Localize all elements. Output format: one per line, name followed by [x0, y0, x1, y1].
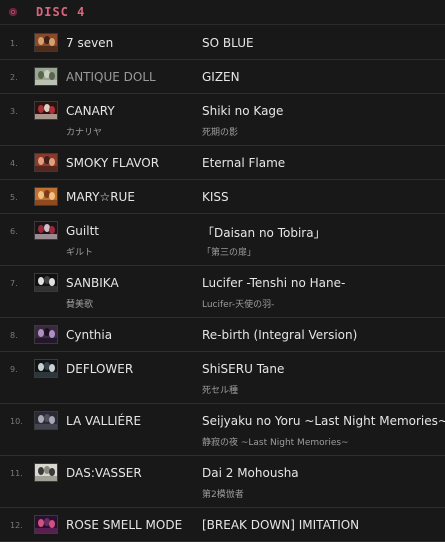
song-title-japanese: 死期の影	[202, 128, 239, 138]
track-number: 11.	[10, 469, 23, 478]
song-title[interactable]: [BREAK DOWN] IMITATION	[202, 518, 359, 532]
artist-name-japanese: 賛美歌	[66, 300, 94, 310]
artist-thumbnail[interactable]	[34, 515, 58, 534]
track-row[interactable]: 11. DAS:VASSER Dai 2 Mohousha 第2模倣者	[0, 456, 445, 508]
track-number: 7.	[10, 279, 18, 288]
artist-name[interactable]: Guiltt	[66, 224, 99, 238]
song-title[interactable]: 「Daisan no Tobira」	[202, 224, 326, 241]
artist-thumbnail[interactable]	[34, 67, 58, 86]
artist-name[interactable]: MARY☆RUE	[66, 190, 135, 204]
song-title[interactable]: Shiki no Kage	[202, 104, 283, 118]
track-number: 1.	[10, 39, 18, 48]
track-row[interactable]: 10. LA VALLIÉRE Seijyaku no Yoru ~Last Nig…	[0, 404, 445, 456]
artist-thumbnail[interactable]	[34, 273, 58, 292]
song-title[interactable]: Lucifer -Tenshi no Hane-	[202, 276, 345, 290]
disc-icon	[9, 8, 17, 16]
artist-thumbnail[interactable]	[34, 221, 58, 240]
track-row[interactable]: 2. ANTIQUE DOLL GIZEN	[0, 60, 445, 94]
song-title-japanese: Lucifer-天使の羽-	[202, 300, 275, 310]
track-row[interactable]: 9. DEFLOWER ShiSERU Tane 死セル種	[0, 352, 445, 404]
artist-name[interactable]: LA VALLIÉRE	[66, 414, 141, 428]
artist-name[interactable]: SANBIKA	[66, 276, 119, 290]
track-number: 4.	[10, 159, 18, 168]
artist-thumbnail[interactable]	[34, 101, 58, 120]
track-number: 2.	[10, 73, 18, 82]
artist-name[interactable]: SMOKY FLAVOR	[66, 156, 159, 170]
track-number: 12.	[10, 521, 23, 530]
song-title-japanese: 死セル種	[202, 386, 239, 396]
track-row[interactable]: 5. MARY☆RUE KISS	[0, 180, 445, 214]
song-title[interactable]: KISS	[202, 190, 229, 204]
song-title[interactable]: ShiSERU Tane	[202, 362, 284, 376]
track-number: 10.	[10, 417, 23, 426]
artist-name[interactable]: DAS:VASSER	[66, 466, 142, 480]
artist-thumbnail[interactable]	[34, 463, 58, 482]
song-title-japanese: 静寂の夜 ~Last Night Memories~	[202, 438, 349, 448]
song-title[interactable]: Re-birth (Integral Version)	[202, 328, 357, 342]
artist-name[interactable]: Cynthia	[66, 328, 112, 342]
artist-name-japanese: カナリヤ	[66, 128, 103, 138]
track-row[interactable]: 12. ROSE SMELL MODE [BREAK DOWN] IMITATION	[0, 508, 445, 542]
song-title[interactable]: GIZEN	[202, 70, 240, 84]
track-row[interactable]: 4. SMOKY FLAVOR Eternal Flame	[0, 146, 445, 180]
disc-header: DISC 4	[0, 0, 445, 25]
artist-name-japanese: ギルト	[66, 248, 94, 258]
artist-thumbnail[interactable]	[34, 359, 58, 378]
track-row[interactable]: 3. CANARY カナリヤ Shiki no Kage 死期の影	[0, 94, 445, 146]
artist-thumbnail[interactable]	[34, 33, 58, 52]
track-row[interactable]: 1. 7 seven SO BLUE	[0, 26, 445, 60]
track-number: 5.	[10, 193, 18, 202]
artist-thumbnail[interactable]	[34, 325, 58, 344]
song-title-japanese: 第2模倣者	[202, 490, 244, 500]
song-title[interactable]: Eternal Flame	[202, 156, 285, 170]
artist-name[interactable]: CANARY	[66, 104, 115, 118]
track-number: 9.	[10, 365, 18, 374]
artist-name[interactable]: 7 seven	[66, 36, 113, 50]
track-number: 8.	[10, 331, 18, 340]
song-title[interactable]: SO BLUE	[202, 36, 254, 50]
track-row[interactable]: 6. Guiltt ギルト 「Daisan no Tobira」「第三の扉」	[0, 214, 445, 266]
song-title-japanese: 「第三の扉」	[202, 248, 257, 258]
artist-name[interactable]: ANTIQUE DOLL	[66, 70, 156, 84]
artist-thumbnail[interactable]	[34, 187, 58, 206]
artist-thumbnail[interactable]	[34, 411, 58, 430]
track-number: 3.	[10, 107, 18, 116]
song-title[interactable]: Seijyaku no Yoru ~Last Night Memories~	[202, 414, 445, 428]
track-row[interactable]: 7. SANBIKA 賛美歌 Lucifer -Tenshi no Hane- Luci…	[0, 266, 445, 318]
artist-name[interactable]: ROSE SMELL MODE	[66, 518, 182, 532]
track-number: 6.	[10, 227, 18, 236]
artist-thumbnail[interactable]	[34, 153, 58, 172]
disc-title: DISC 4	[36, 5, 86, 19]
artist-name[interactable]: DEFLOWER	[66, 362, 133, 376]
song-title[interactable]: Dai 2 Mohousha	[202, 466, 299, 480]
track-row[interactable]: 8. Cynthia Re-birth (Integral Version)	[0, 318, 445, 352]
